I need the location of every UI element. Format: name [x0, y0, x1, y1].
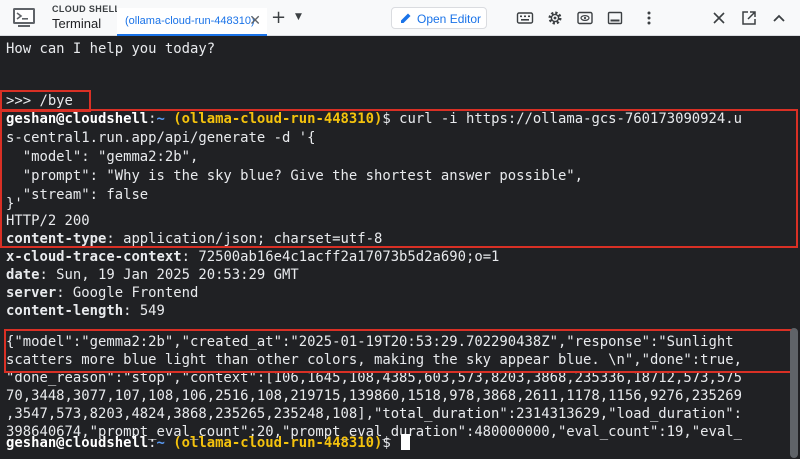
header-value: : 72500ab16e4c1acff2a17073b5d2a690;o=1	[181, 249, 500, 265]
prompt-user: geshan@cloudshell	[6, 111, 149, 127]
tab-dropdown-icon[interactable]: ▼	[295, 12, 302, 22]
pencil-icon	[401, 13, 411, 23]
response-header: date: Sun, 19 Jan 2025 20:53:29 GMT	[6, 266, 299, 285]
response-header: x-cloud-trace-context: 72500ab16e4c1acff…	[6, 248, 499, 267]
current-prompt-line: geshan@cloudshell:~ (ollama-cloud-run-44…	[6, 434, 411, 453]
header-value: : Google Frontend	[56, 285, 199, 301]
header-key: x-cloud-trace-context	[6, 249, 182, 265]
curl-line: curl -i https://ollama-gcs-760173090924.…	[399, 111, 742, 127]
prompt-project: (ollama-cloud-run-448310)	[173, 435, 383, 451]
response-header: server: Google Frontend	[6, 284, 198, 303]
gear-icon[interactable]	[546, 9, 564, 27]
open-editor-button[interactable]: Open Editor	[391, 7, 487, 29]
response-body-line: ,3547,573,8203,4824,3868,235265,235248,1…	[6, 406, 742, 422]
web-preview-icon[interactable]	[576, 9, 594, 27]
prompt-user: geshan@cloudshell	[6, 435, 149, 451]
response-body-line: "done_reason":"stop","context":[106,1645…	[6, 370, 742, 386]
collapse-icon[interactable]	[770, 9, 788, 27]
cloud-shell-logo-icon	[12, 7, 36, 29]
prompt-dollar: $	[382, 111, 400, 127]
response-body-line: {"model":"gemma2:2b","created_at":"2025-…	[6, 334, 734, 350]
response-header: content-length: 549	[6, 302, 165, 321]
terminal-output[interactable]: How can I help you today? >>> /bye gesha…	[0, 36, 800, 459]
response-header: content-type: application/json; charset=…	[6, 230, 382, 249]
curl-line: s-central1.run.app/api/generate -d '{	[6, 130, 316, 146]
response-body-line: 70,3448,3077,107,108,106,2516,108,219715…	[6, 388, 742, 404]
close-icon[interactable]	[710, 9, 728, 27]
open-editor-label: Open Editor	[417, 12, 482, 26]
prompt-sep: :	[148, 111, 157, 127]
cloud-shell-toolbar: CLOUD SHELL Terminal (ollama-cloud-run-4…	[0, 0, 800, 36]
minimize-panel-icon[interactable]	[606, 9, 624, 27]
header-key: content-length	[6, 303, 124, 319]
close-tab-icon[interactable]: ✕	[249, 13, 261, 29]
response-body-line: scatters more blue light than other colo…	[6, 352, 742, 368]
open-new-window-icon[interactable]	[740, 9, 758, 27]
curl-line: "stream": false	[6, 187, 149, 203]
prompt-path: ~	[156, 435, 165, 451]
header-key: content-type	[6, 231, 107, 247]
prompt-project: (ollama-cloud-run-448310)	[173, 111, 383, 127]
keyboard-icon[interactable]	[516, 9, 534, 27]
tab-terminal-session[interactable]: (ollama-cloud-run-448310) ✕	[117, 8, 267, 36]
add-tab-icon[interactable]: +	[271, 7, 286, 28]
more-options-icon[interactable]	[640, 9, 658, 27]
header-key: server	[6, 285, 57, 301]
header-value: : Sun, 19 Jan 2025 20:53:29 GMT	[39, 267, 299, 283]
prompt-sep: :	[148, 435, 157, 451]
curl-line: "prompt": "Why is the sky blue? Give the…	[6, 168, 584, 184]
prompt-path: ~	[156, 111, 165, 127]
header-value: : 549	[123, 303, 165, 319]
terminal-scrollbar[interactable]	[790, 328, 798, 458]
prompt-dollar: $	[382, 435, 400, 451]
terminal-cursor[interactable]	[401, 434, 411, 450]
http-status-line: HTTP/2 200	[6, 213, 90, 229]
curl-prompt-line: geshan@cloudshell:~ (ollama-cloud-run-44…	[6, 110, 742, 129]
header-value: : application/json; charset=utf-8	[106, 231, 383, 247]
header-key: date	[6, 267, 40, 283]
tab-label: (ollama-cloud-run-448310)	[125, 15, 255, 27]
bye-command: >>> /bye	[6, 93, 73, 109]
cloud-shell-brand: CLOUD SHELL	[52, 4, 121, 14]
curl-line: "model": "gemma2:2b",	[6, 149, 199, 165]
terminal-greeting: How can I help you today?	[6, 41, 216, 57]
terminal-title: Terminal	[52, 16, 102, 31]
